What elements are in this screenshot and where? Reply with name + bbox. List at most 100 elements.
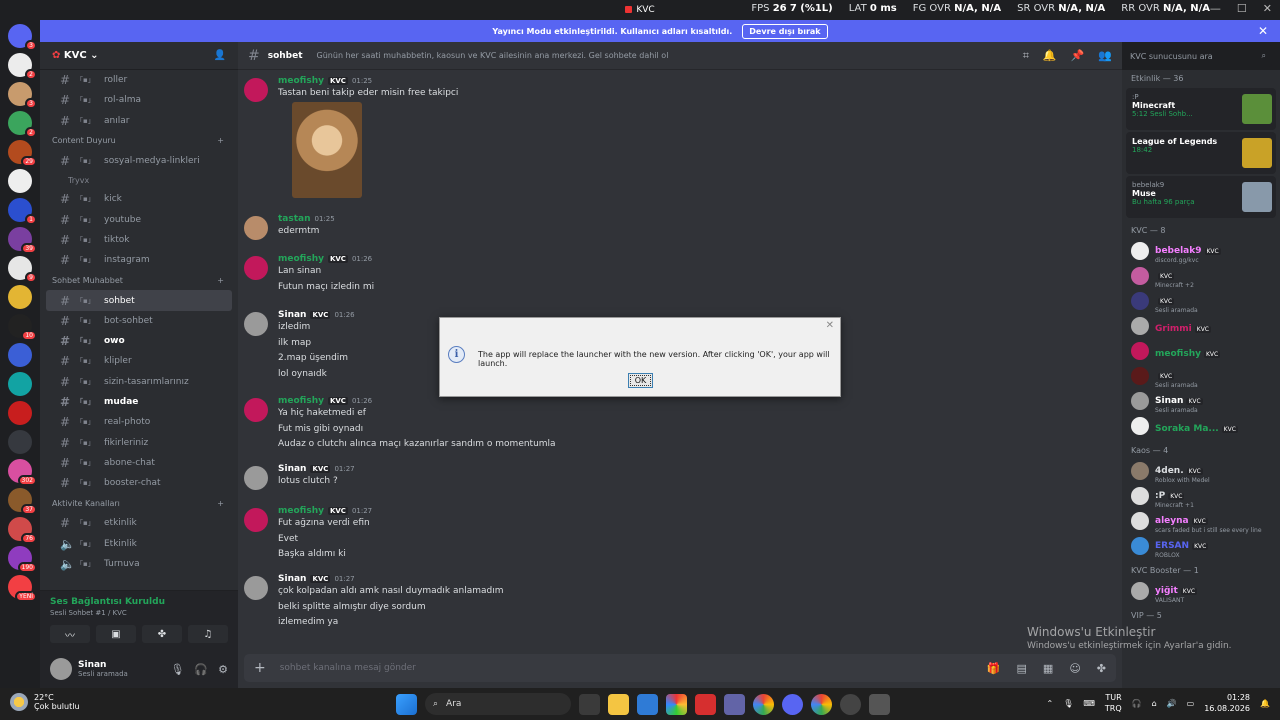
avatar[interactable] <box>244 312 268 336</box>
gif-icon[interactable]: ▤ <box>1017 662 1027 675</box>
member-item[interactable]: KVC Sesli aramada <box>1122 288 1280 314</box>
chrome-profile-icon[interactable] <box>811 693 832 715</box>
taskbar-search[interactable]: ⌕ Ara <box>425 693 571 715</box>
chevron-up-icon[interactable]: ⌃ <box>1046 699 1053 708</box>
network-icon[interactable]: ⌂ <box>1152 699 1157 708</box>
channel-item[interactable]: # 「▪」 real-photo <box>46 412 232 432</box>
member-item[interactable]: Soraka Ma... KVC <box>1122 413 1280 438</box>
avatar[interactable] <box>244 576 268 600</box>
pin-icon[interactable]: 📌 <box>1071 49 1085 63</box>
channel-item[interactable]: # 「▪」 sosyal-medya-linkleri <box>46 151 232 171</box>
attachment-image[interactable] <box>292 101 362 198</box>
channel-item[interactable]: # 「▪」 mudae <box>46 392 232 412</box>
weather-widget[interactable]: 22°C Çok bulutlu <box>10 693 80 711</box>
server-icon[interactable]: YENİ <box>8 575 37 602</box>
avatar[interactable] <box>50 658 72 680</box>
channel-item[interactable]: # 「▪」 rol-alma <box>46 90 232 110</box>
server-icon[interactable] <box>8 169 32 193</box>
chrome-icon[interactable] <box>753 693 774 715</box>
channel-item[interactable]: # 「▪」 tiktok <box>46 230 232 250</box>
channel-item[interactable]: # 「▪」 owo <box>46 331 232 351</box>
member-item[interactable]: KVC Sesli aramada <box>1122 363 1280 389</box>
gift-icon[interactable]: 🎁 <box>987 662 1001 675</box>
avatar[interactable] <box>244 508 268 532</box>
activity-card[interactable]: bebelak9 Muse Bu hafta 96 parça <box>1126 176 1276 218</box>
app-red-icon[interactable] <box>695 693 716 715</box>
channel-item[interactable]: # 「▪」 instagram <box>46 250 232 270</box>
avatar[interactable] <box>244 466 268 490</box>
clock[interactable]: 01:28 16.08.2026 <box>1204 692 1250 714</box>
file-explorer-icon[interactable] <box>608 693 629 715</box>
volume-icon[interactable]: 🔊 <box>1167 699 1177 708</box>
close-icon[interactable]: ✕ <box>1263 2 1272 15</box>
minimize-icon[interactable]: — <box>1210 2 1221 15</box>
emoji-icon[interactable]: ☺ <box>1069 662 1080 675</box>
server-icon[interactable]: 3 <box>8 82 37 109</box>
server-header[interactable]: ✿ KVC ⌄ 👤 <box>40 42 238 70</box>
server-icon[interactable]: 9 <box>8 256 37 283</box>
task-view-icon[interactable] <box>579 693 600 715</box>
noise-suppression-icon[interactable]: 〰 <box>50 625 90 643</box>
mic-tray-icon[interactable]: 🎙 <box>1063 699 1073 708</box>
message-composer[interactable]: + sohbet kanalına mesaj gönder 🎁 ▤ ▦ ☺ ✤ <box>244 654 1116 682</box>
search-input[interactable]: KVC sunucusunu ara ⌕ <box>1124 45 1272 67</box>
channel-topic[interactable]: Günün her saati muhabbetin, kaosun ve KV… <box>317 51 669 60</box>
message-author[interactable]: tastan <box>278 214 311 224</box>
photos-icon[interactable] <box>666 693 687 715</box>
channel-item[interactable]: # 「▪」 youtube <box>46 209 232 229</box>
server-icon[interactable] <box>8 430 32 454</box>
channel-item[interactable]: # 「▪」 roller <box>46 70 232 90</box>
avatar[interactable] <box>244 78 268 102</box>
lang-code[interactable]: TUR <box>1105 692 1121 703</box>
channel-item[interactable]: # 「▪」 sohbet <box>46 290 232 311</box>
channel-item[interactable]: # 「▪」 etkinlik <box>46 513 232 533</box>
channel-item[interactable]: 🔈 「▪」 Etkinlik <box>46 534 232 554</box>
channel-item[interactable]: # 「▪」 fikirleriniz <box>46 432 232 452</box>
members-icon[interactable]: 👥 <box>1098 49 1112 63</box>
battery-icon[interactable]: ▭ <box>1187 699 1195 708</box>
dialog-close-icon[interactable]: ✕ <box>826 320 834 331</box>
channel-item[interactable]: # 「▪」 booster-chat <box>46 473 232 493</box>
add-channel-icon[interactable]: + <box>217 499 224 508</box>
server-icon[interactable] <box>8 372 32 396</box>
server-icon[interactable]: 1 <box>8 198 37 225</box>
headset-icon[interactable]: 🎧 <box>1132 699 1142 708</box>
teams-icon[interactable] <box>724 693 745 715</box>
member-item[interactable]: 4den. KVC Roblox with Medel <box>1122 458 1280 484</box>
server-icon[interactable]: 2 <box>8 111 37 138</box>
server-icon[interactable]: 190 <box>8 546 37 573</box>
activity-card[interactable]: :P Minecraft 5:12 Sesli Sohb... <box>1126 88 1276 130</box>
server-icon[interactable]: 37 <box>8 488 37 515</box>
headphones-icon[interactable]: 🎧 <box>194 663 208 676</box>
message-author[interactable]: Sinan <box>278 574 306 584</box>
channel-item[interactable]: # 「▪」 abone-chat <box>46 453 232 473</box>
member-item[interactable]: meofishy KVC <box>1122 338 1280 363</box>
sticker-icon[interactable]: ▦ <box>1043 662 1053 675</box>
terminal-icon[interactable] <box>637 693 658 715</box>
bell-icon[interactable]: 🔔 <box>1043 49 1057 63</box>
server-icon[interactable]: 3 <box>8 24 37 51</box>
maximize-icon[interactable]: ☐ <box>1237 2 1247 15</box>
notification-bell-icon[interactable]: 🔔 <box>1260 699 1270 708</box>
message-author[interactable]: meofishy <box>278 396 324 406</box>
message-author[interactable]: meofishy <box>278 76 324 86</box>
message-author[interactable]: Sinan <box>278 464 306 474</box>
channel-item[interactable]: # 「▪」 bot-sohbet <box>46 311 232 331</box>
start-icon[interactable] <box>396 693 417 715</box>
lang-layout[interactable]: TRQ <box>1105 703 1122 714</box>
avatar[interactable] <box>244 216 268 240</box>
thread-item[interactable]: Tryvx <box>40 171 238 189</box>
server-icon[interactable] <box>8 401 32 425</box>
add-attachment-icon[interactable]: + <box>254 660 266 676</box>
member-item[interactable]: bebelak9 KVC discord.gg/kvc <box>1122 238 1280 264</box>
video-icon[interactable]: ▣ <box>96 625 136 643</box>
server-icon[interactable]: 76 <box>8 517 37 544</box>
voice-channel[interactable]: Sesli Sohbet #1 / KVC <box>50 609 228 617</box>
server-icon[interactable]: 29 <box>8 140 37 167</box>
channel-category[interactable]: Content Duyuru + <box>40 131 238 151</box>
message-author[interactable]: meofishy <box>278 254 324 264</box>
ok-button[interactable]: OK <box>628 373 653 388</box>
soundboard-icon[interactable]: ♫ <box>188 625 228 643</box>
avatar[interactable] <box>244 256 268 280</box>
channel-item[interactable]: # 「▪」 klipler <box>46 351 232 371</box>
